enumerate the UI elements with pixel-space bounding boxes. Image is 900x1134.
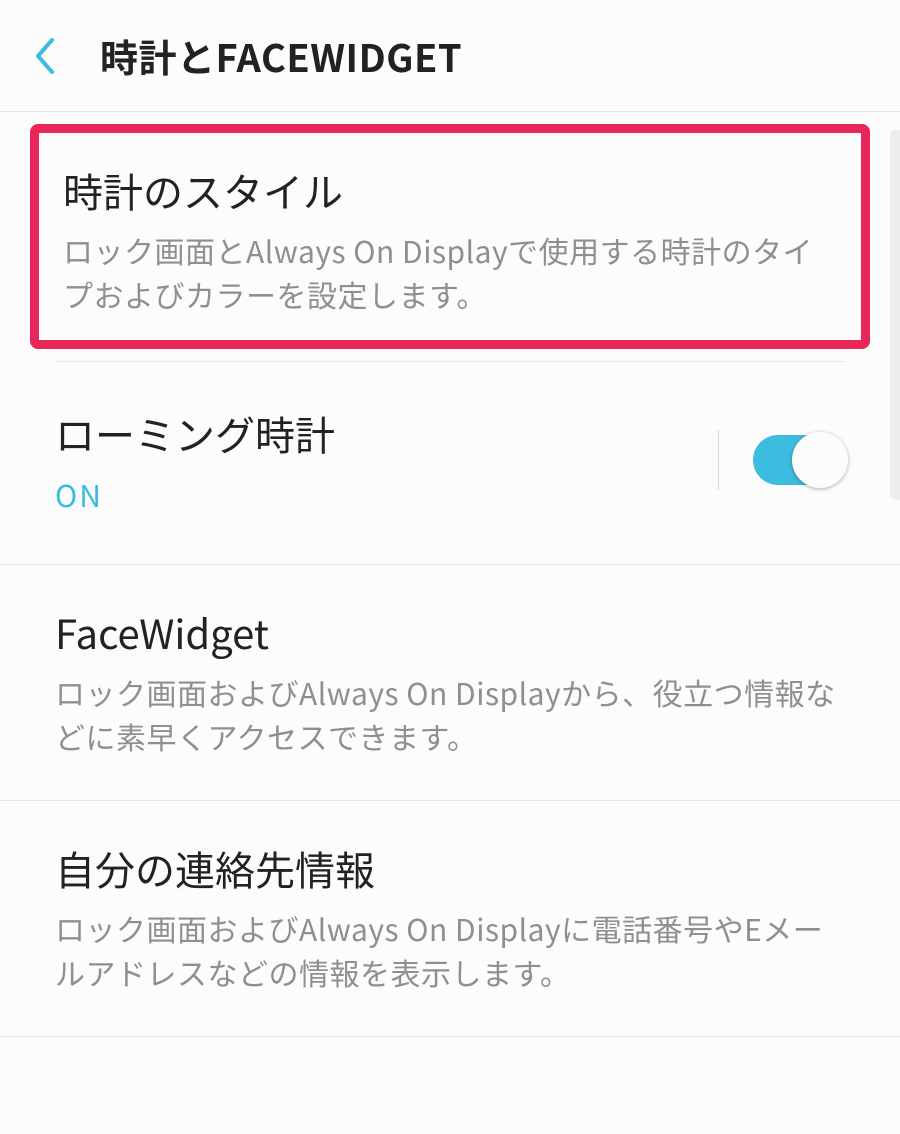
chevron-left-icon bbox=[34, 38, 56, 74]
clock-style-desc: ロック画面とAlways On Displayで使用する時計のタイプおよびカラー… bbox=[63, 229, 837, 316]
roaming-toggle-container bbox=[718, 430, 845, 490]
contact-info-desc: ロック画面およびAlways On Displayに電話番号やEメールアドレスな… bbox=[55, 907, 845, 994]
facewidget-desc: ロック画面およびAlways On Displayから、役立つ情報などに素早くア… bbox=[55, 671, 845, 758]
roaming-status: ON bbox=[55, 472, 718, 516]
scrollbar[interactable] bbox=[890, 130, 900, 500]
roaming-labels: ローミング時計 ON bbox=[55, 404, 718, 516]
setting-contact-info[interactable]: 自分の連絡先情報 ロック画面およびAlways On Displayに電話番号や… bbox=[0, 801, 900, 1037]
header-bar: 時計とFACEWIDGET bbox=[0, 0, 900, 112]
settings-list: 時計のスタイル ロック画面とAlways On Displayで使用する時計のタ… bbox=[0, 124, 900, 1037]
setting-facewidget[interactable]: FaceWidget ロック画面およびAlways On Displayから、役… bbox=[0, 565, 900, 801]
page-title: 時計とFACEWIDGET bbox=[100, 28, 462, 83]
roaming-title: ローミング時計 bbox=[55, 404, 718, 462]
setting-clock-style[interactable]: 時計のスタイル ロック画面とAlways On Displayで使用する時計のタ… bbox=[30, 124, 870, 349]
contact-info-title: 自分の連絡先情報 bbox=[55, 839, 845, 897]
roaming-toggle[interactable] bbox=[753, 435, 845, 485]
facewidget-title: FaceWidget bbox=[55, 603, 845, 661]
vertical-divider bbox=[718, 430, 719, 490]
back-button[interactable] bbox=[20, 31, 70, 81]
clock-style-title: 時計のスタイル bbox=[63, 161, 837, 219]
setting-roaming-clock[interactable]: ローミング時計 ON bbox=[0, 362, 900, 565]
toggle-knob bbox=[792, 432, 848, 488]
